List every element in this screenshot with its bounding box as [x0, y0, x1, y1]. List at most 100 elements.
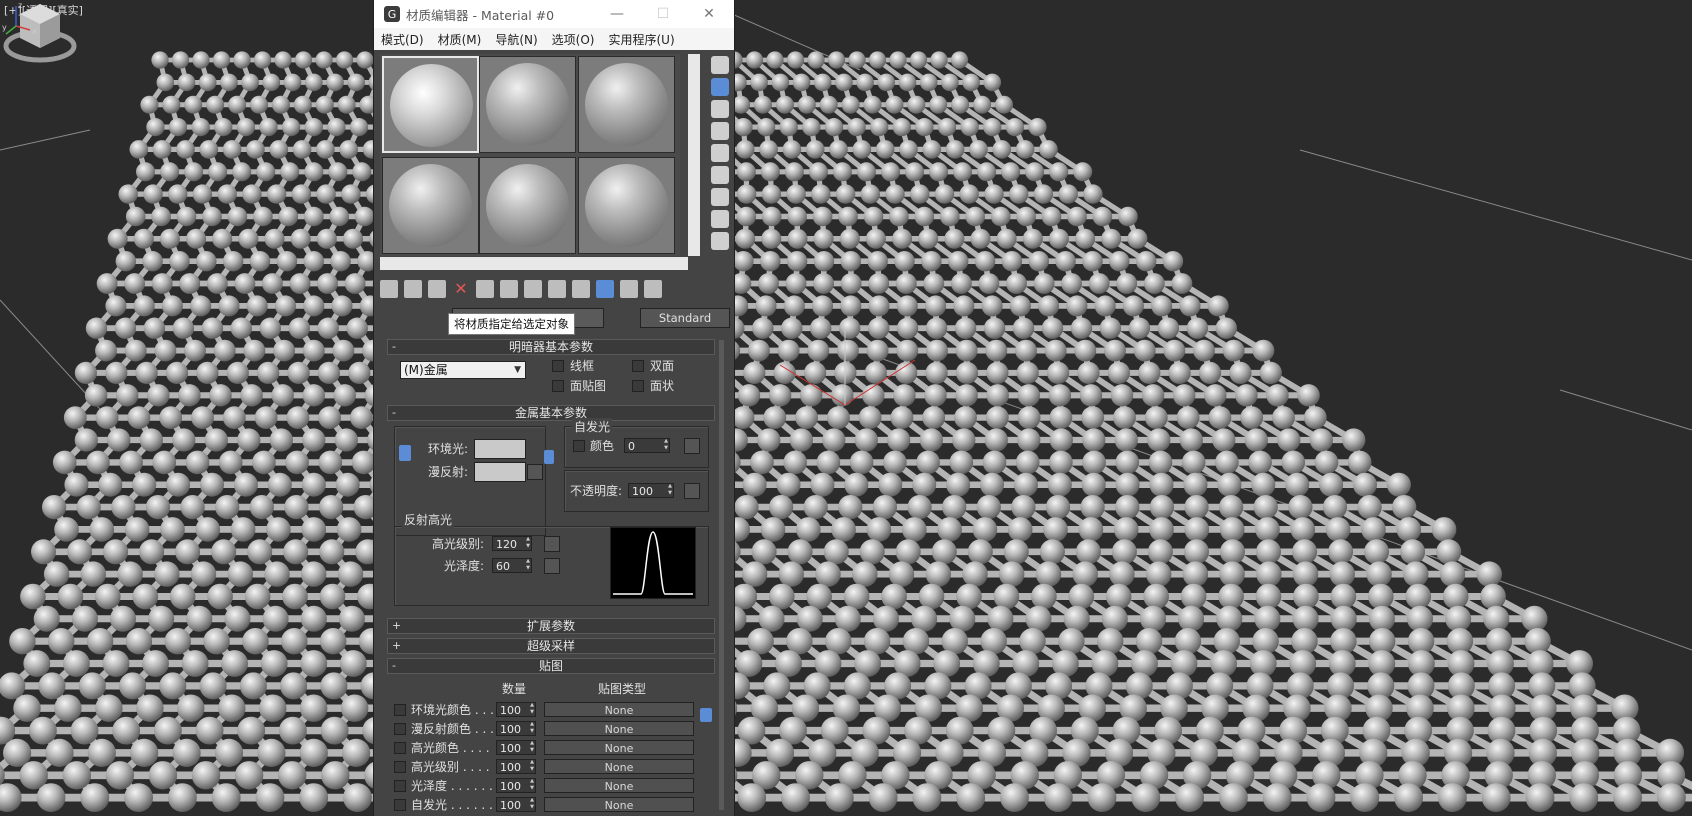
slots-vertical-scrollbar[interactable]	[688, 54, 700, 256]
side-toolbar	[708, 54, 732, 254]
menu-utilities[interactable]: 实用程序(U)	[601, 31, 681, 48]
map-amount-spinner[interactable]: 100	[496, 702, 536, 717]
sample-type-icon[interactable]	[711, 56, 729, 74]
faceted-checkbox[interactable]	[632, 380, 644, 392]
sample-slot[interactable]	[382, 157, 479, 254]
sample-slot[interactable]	[578, 157, 675, 254]
tooltip: 将材质指定给选定对象	[448, 313, 575, 335]
map-none-button[interactable]: None	[544, 797, 694, 812]
maps-amount-header: 数量	[502, 682, 527, 696]
video-color-check-icon[interactable]	[711, 144, 729, 162]
title-bar[interactable]: G 材质编辑器 - Material #0 — ☐ ✕	[374, 0, 734, 28]
select-by-material-icon[interactable]	[711, 210, 729, 228]
sample-slot[interactable]	[479, 56, 576, 153]
get-material-icon[interactable]	[380, 280, 398, 298]
menu-options[interactable]: 选项(O)	[545, 31, 602, 48]
material-map-navigator-icon[interactable]	[711, 232, 729, 250]
panel-scrollbar[interactable]	[719, 340, 724, 810]
menu-material[interactable]: 材质(M)	[431, 31, 489, 48]
extended-params-header[interactable]: + 扩展参数	[387, 618, 715, 634]
glossiness-spinner[interactable]: 60	[492, 558, 532, 573]
make-preview-icon[interactable]	[711, 166, 729, 184]
map-none-button[interactable]: None	[544, 740, 694, 755]
axis-z-label: z	[18, 1, 22, 10]
diffuse-label: 漫反射:	[428, 465, 469, 479]
sample-slot[interactable]	[382, 56, 479, 153]
lock-ambient-diffuse-icon[interactable]	[399, 445, 411, 461]
map-amount-spinner[interactable]: 100	[496, 797, 536, 812]
spec-level-map-button[interactable]	[544, 536, 560, 552]
map-amount-spinner[interactable]: 100	[496, 721, 536, 736]
map-enable-checkbox[interactable]	[394, 742, 406, 754]
make-copy-icon[interactable]	[476, 280, 494, 298]
sample-slot[interactable]	[578, 56, 675, 153]
show-map-in-viewport-icon[interactable]	[572, 280, 590, 298]
maps-rollout-header[interactable]: - 贴图	[387, 658, 715, 674]
shader-type-dropdown[interactable]: (M)金属 ▼	[400, 361, 526, 379]
ambient-color-swatch[interactable]	[474, 439, 526, 459]
opacity-map-button[interactable]	[684, 483, 700, 499]
ambient-label: 环境光:	[428, 442, 469, 456]
map-none-button[interactable]: None	[544, 759, 694, 774]
spec-level-spinner[interactable]: 120	[492, 536, 532, 551]
map-row-label: 环境光颜色 . . .	[411, 703, 494, 717]
make-unique-icon[interactable]	[500, 280, 518, 298]
uv-tiling-icon[interactable]	[711, 122, 729, 140]
slots-horizontal-scrollbar[interactable]	[380, 257, 688, 270]
lock-maps-icon[interactable]	[700, 708, 712, 722]
go-forward-sibling-icon[interactable]	[644, 280, 662, 298]
sample-slot[interactable]	[479, 157, 576, 254]
options-icon[interactable]	[711, 188, 729, 206]
shader-rollout-header[interactable]: - 明暗器基本参数	[387, 339, 715, 355]
reset-map-icon[interactable]: ✕	[452, 280, 470, 298]
assign-to-selection-icon[interactable]	[428, 280, 446, 298]
self-illum-spinner[interactable]: 0	[624, 438, 670, 453]
shader-rollout-title: 明暗器基本参数	[508, 340, 593, 354]
opacity-spinner[interactable]: 100	[628, 483, 674, 498]
menu-navigation[interactable]: 导航(N)	[488, 31, 544, 48]
map-amount-spinner[interactable]: 100	[496, 740, 536, 755]
material-id-channel-icon[interactable]	[548, 280, 566, 298]
self-illum-color-label: 颜色	[590, 439, 615, 453]
self-illum-map-button[interactable]	[684, 438, 700, 454]
map-enable-checkbox[interactable]	[394, 723, 406, 735]
two-sided-label: 双面	[650, 359, 675, 373]
show-end-result-icon[interactable]	[596, 280, 614, 298]
wire-checkbox[interactable]	[552, 360, 564, 372]
metal-rollout-header[interactable]: - 金属基本参数	[387, 405, 715, 421]
map-none-button[interactable]: None	[544, 702, 694, 717]
self-illum-label: 自发光	[572, 418, 613, 435]
two-sided-checkbox[interactable]	[632, 360, 644, 372]
map-amount-spinner[interactable]: 100	[496, 778, 536, 793]
lock-map-icon[interactable]	[544, 450, 554, 464]
backlight-icon[interactable]	[711, 78, 729, 96]
close-button[interactable]: ✕	[686, 0, 732, 28]
map-amount-spinner[interactable]: 100	[496, 759, 536, 774]
opacity-label: 不透明度:	[570, 484, 623, 498]
3d-viewport[interactable]: [+][透视][真实] x z y	[0, 0, 1692, 816]
go-to-parent-icon[interactable]	[620, 280, 638, 298]
map-row-label: 高光颜色 . . . .	[411, 741, 490, 755]
diffuse-map-button[interactable]	[527, 464, 543, 480]
minimize-button[interactable]: —	[594, 0, 640, 28]
glossiness-map-button[interactable]	[544, 558, 560, 574]
map-enable-checkbox[interactable]	[394, 704, 406, 716]
self-illum-color-checkbox[interactable]	[573, 440, 585, 452]
background-checker-icon[interactable]	[711, 100, 729, 118]
put-to-scene-icon[interactable]	[404, 280, 422, 298]
material-editor-window: G 材质编辑器 - Material #0 — ☐ ✕ 模式(D) 材质(M) …	[373, 0, 735, 816]
map-enable-checkbox[interactable]	[394, 761, 406, 773]
map-enable-checkbox[interactable]	[394, 799, 406, 811]
menu-bar: 模式(D) 材质(M) 导航(N) 选项(O) 实用程序(U)	[374, 28, 734, 50]
specular-group-label: 反射高光	[402, 511, 455, 528]
material-type-button[interactable]: Standard	[640, 308, 730, 328]
put-to-library-icon[interactable]	[524, 280, 542, 298]
face-map-checkbox[interactable]	[552, 380, 564, 392]
map-enable-checkbox[interactable]	[394, 780, 406, 792]
map-none-button[interactable]: None	[544, 721, 694, 736]
supersampling-header[interactable]: + 超级采样	[387, 638, 715, 654]
map-none-button[interactable]: None	[544, 778, 694, 793]
diffuse-color-swatch[interactable]	[474, 462, 526, 482]
maximize-button[interactable]: ☐	[640, 0, 686, 28]
menu-mode[interactable]: 模式(D)	[374, 31, 431, 48]
